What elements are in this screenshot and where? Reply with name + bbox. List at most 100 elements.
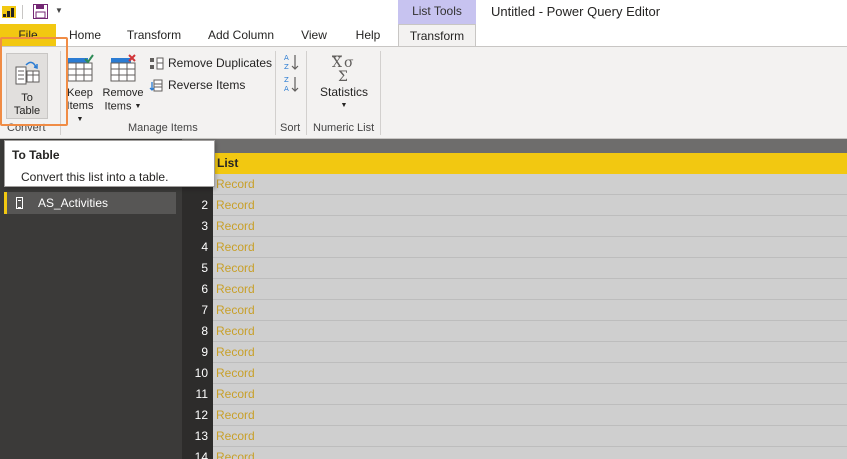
record-link[interactable]: Record — [216, 363, 255, 384]
tab-transform[interactable]: Transform — [118, 24, 190, 46]
sort-descending-icon: Z A — [284, 76, 299, 93]
chevron-down-icon: ▼ — [76, 116, 84, 123]
quick-access-dropdown-icon[interactable]: ▼ — [55, 4, 65, 18]
record-link[interactable]: Record — [216, 258, 255, 279]
record-link[interactable]: Record — [216, 216, 255, 237]
table-row[interactable]: 5 Record — [182, 258, 847, 279]
statistics-icon: X σ Σ — [332, 55, 354, 85]
reverse-items-button[interactable]: Reverse Items — [149, 76, 245, 94]
row-number[interactable]: 14 — [182, 447, 208, 459]
table-row[interactable]: 6 Record — [182, 279, 847, 300]
grid-top-bar — [182, 139, 847, 153]
row-number[interactable]: 11 — [182, 384, 208, 405]
power-bi-logo-icon — [2, 6, 16, 18]
record-link[interactable]: Record — [216, 384, 255, 405]
tab-add-column[interactable]: Add Column — [199, 24, 283, 46]
table-cell[interactable]: Record — [213, 279, 847, 300]
remove-items-line2: Items — [104, 100, 132, 113]
table-row[interactable]: 11 Record — [182, 384, 847, 405]
table-cell[interactable]: Record — [213, 342, 847, 363]
row-number[interactable]: 13 — [182, 426, 208, 447]
table-cell[interactable]: Record — [213, 405, 847, 426]
tab-home[interactable]: Home — [62, 24, 108, 46]
table-cell[interactable]: Record — [213, 447, 847, 459]
table-cell[interactable]: Record — [213, 174, 847, 195]
record-link[interactable]: Record — [216, 321, 255, 342]
record-link[interactable]: Record — [216, 237, 255, 258]
row-number[interactable]: 4 — [182, 237, 208, 258]
row-number[interactable]: 10 — [182, 363, 208, 384]
record-link[interactable]: Record — [216, 342, 255, 363]
svg-text:Z: Z — [284, 76, 289, 84]
table-row[interactable]: 3 Record — [182, 216, 847, 237]
table-row[interactable]: 13 Record — [182, 426, 847, 447]
statistics-label: Statistics — [319, 85, 368, 99]
table-cell[interactable]: Record — [213, 216, 847, 237]
reverse-items-label: Reverse Items — [168, 78, 246, 92]
table-cell[interactable]: Record — [213, 195, 847, 216]
table-cell[interactable]: Record — [213, 300, 847, 321]
query-name: AS_Activities — [38, 196, 109, 210]
sort-ascending-button[interactable]: A Z — [283, 53, 299, 71]
table-row[interactable]: 14 Record — [182, 447, 847, 459]
keep-items-icon — [67, 54, 94, 82]
row-number[interactable]: 3 — [182, 216, 208, 237]
svg-text:A: A — [284, 85, 289, 93]
sort-group-label: Sort — [280, 122, 301, 134]
table-row[interactable]: 12 Record — [182, 405, 847, 426]
queries-pane: AS_Activities — [0, 139, 182, 459]
data-grid: List Record 2 Record 3 Record 4 Record 5 Record 6… — [182, 139, 847, 459]
tab-help[interactable]: Help — [345, 24, 391, 46]
query-item-as-activities[interactable]: AS_Activities — [4, 192, 176, 214]
sort-descending-button[interactable]: Z A — [283, 75, 299, 93]
table-row[interactable]: Record — [182, 174, 847, 195]
record-link[interactable]: Record — [216, 174, 255, 195]
reverse-items-icon — [149, 79, 163, 91]
table-row[interactable]: 4 Record — [182, 237, 847, 258]
record-link[interactable]: Record — [216, 426, 255, 447]
group-separator — [275, 51, 276, 135]
list-icon — [16, 197, 23, 209]
record-link[interactable]: Record — [216, 195, 255, 216]
remove-duplicates-button[interactable]: Remove Duplicates — [149, 54, 272, 72]
column-header-row: List — [182, 153, 847, 174]
remove-items-button[interactable]: Remove Items ▼ — [102, 53, 144, 119]
tab-view[interactable]: View — [292, 24, 336, 46]
record-link[interactable]: Record — [216, 279, 255, 300]
table-row[interactable]: 9 Record — [182, 342, 847, 363]
tab-list-transform[interactable]: Transform — [398, 24, 476, 47]
group-separator — [380, 51, 381, 135]
table-cell[interactable]: Record — [213, 237, 847, 258]
table-row[interactable]: 8 Record — [182, 321, 847, 342]
record-link[interactable]: Record — [216, 300, 255, 321]
ribbon-tabs: File Home Transform Add Column View Help… — [0, 24, 847, 47]
record-link[interactable]: Record — [216, 405, 255, 426]
row-number[interactable]: 2 — [182, 195, 208, 216]
table-cell[interactable]: Record — [213, 258, 847, 279]
table-cell[interactable]: Record — [213, 321, 847, 342]
tooltip-title: To Table — [12, 148, 60, 162]
row-number[interactable]: 6 — [182, 279, 208, 300]
row-number[interactable]: 7 — [182, 300, 208, 321]
remove-duplicates-icon — [150, 57, 164, 69]
row-number[interactable]: 9 — [182, 342, 208, 363]
row-number[interactable]: 5 — [182, 258, 208, 279]
row-number[interactable]: 8 — [182, 321, 208, 342]
table-row[interactable]: 7 Record — [182, 300, 847, 321]
table-row[interactable]: 2 Record — [182, 195, 847, 216]
table-row[interactable]: 10 Record — [182, 363, 847, 384]
table-cell[interactable]: Record — [213, 426, 847, 447]
remove-items-line1: Remove — [102, 87, 144, 99]
group-separator — [306, 51, 307, 135]
column-header-list[interactable]: List — [217, 156, 238, 170]
record-link[interactable]: Record — [216, 447, 255, 459]
table-cell[interactable]: Record — [213, 363, 847, 384]
statistics-button[interactable]: X σ Σ Statistics ▼ — [316, 53, 372, 119]
save-icon[interactable] — [33, 4, 48, 19]
context-group-label: List Tools — [398, 0, 476, 24]
numeric-list-group-label: Numeric List — [313, 122, 375, 134]
table-cell[interactable]: Record — [213, 384, 847, 405]
remove-items-icon — [110, 54, 136, 82]
sort-ascending-icon: A Z — [284, 54, 299, 71]
row-number[interactable]: 12 — [182, 405, 208, 426]
